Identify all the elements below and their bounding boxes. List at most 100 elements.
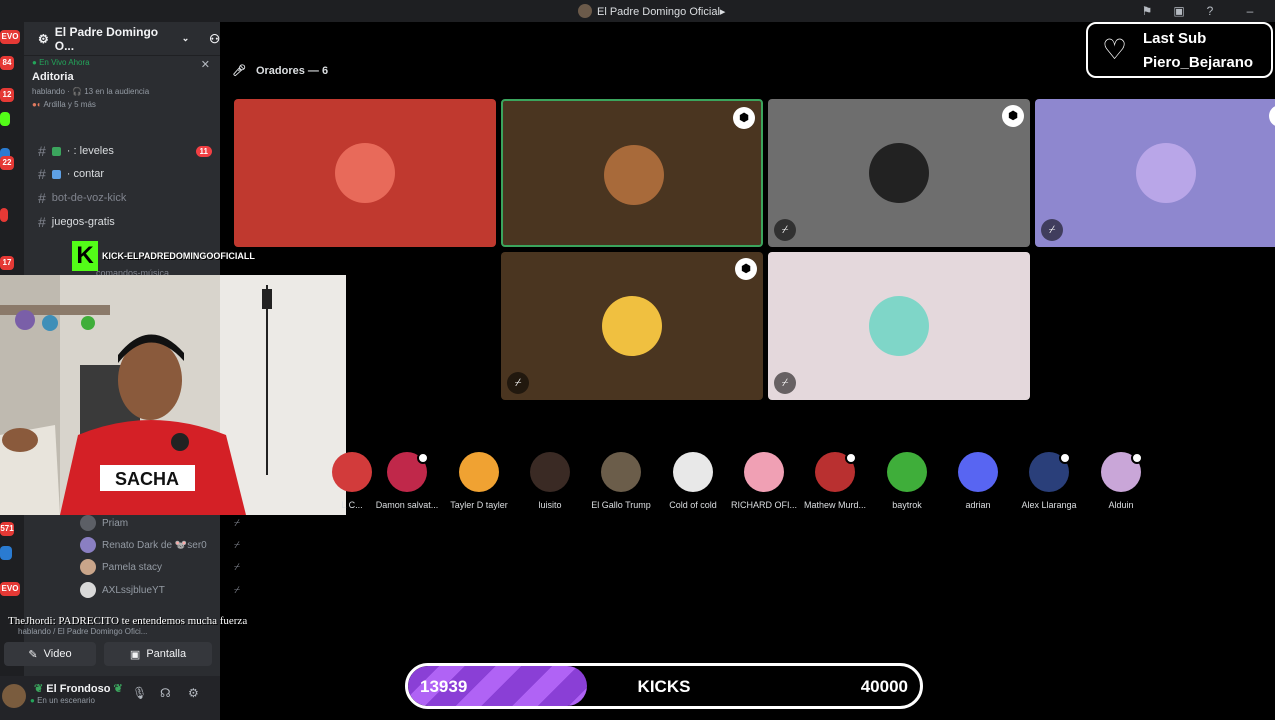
settings-icon[interactable]: ⚙ xyxy=(188,686,199,700)
speaker-tile[interactable]: ⬢ ⌿ xyxy=(768,99,1030,247)
audience-name: Mathew Murd... xyxy=(803,500,867,510)
audience-name: luisito xyxy=(538,500,562,510)
server-badge[interactable] xyxy=(0,208,8,222)
stage-user[interactable]: Renato Dark de 🐭ser0 ⌿ xyxy=(80,535,240,555)
leaf-icon: ❦ xyxy=(34,683,44,695)
moderator-icon: ⬢ xyxy=(1002,105,1024,127)
server-badge[interactable]: EVO xyxy=(0,30,20,44)
audience-member[interactable]: Cold of cold xyxy=(657,452,729,516)
mic-muted-icon: ⌿ xyxy=(234,561,240,573)
app-root: El Padre Domingo Oficial▸ ⚑ ▣ ? – EVO 84… xyxy=(0,0,1275,720)
speaker-tile-speaking[interactable]: ⬢ xyxy=(501,99,763,247)
channel-emoji-icon xyxy=(51,146,61,156)
audience-member[interactable]: luisito xyxy=(514,452,586,516)
video-button[interactable]: ✎ Video xyxy=(4,642,96,666)
stage-members: ●◐ Ardilla y 5 más xyxy=(32,100,212,109)
avatar xyxy=(332,452,372,492)
avatar xyxy=(869,296,929,356)
audience-member[interactable]: Alex Llaranga xyxy=(1013,452,1085,516)
microphone-icon[interactable]: 🎙 xyxy=(132,686,147,700)
stage-members-text: Ardilla y 5 más xyxy=(43,100,96,109)
user-name[interactable]: ❦ El Frondoso ❦ xyxy=(34,682,123,695)
server-badge[interactable]: 17 xyxy=(0,256,14,270)
audience-member[interactable]: adrian xyxy=(942,452,1014,516)
server-icon[interactable] xyxy=(0,546,12,560)
chat-subline: hablando / El Padre Domingo Ofici... xyxy=(18,627,148,636)
webcam-image: SACHA xyxy=(0,275,346,515)
inbox-icon[interactable]: ▣ xyxy=(1172,4,1186,18)
close-icon[interactable]: ✕ xyxy=(201,58,210,71)
audience-member[interactable]: El Gallo Trump xyxy=(585,452,657,516)
audience-name: RICHARD OFI... xyxy=(730,500,797,510)
live-label-text: En Vivo Ahora xyxy=(39,58,90,67)
server-icon[interactable] xyxy=(0,112,10,126)
audience-name: adrian xyxy=(965,500,991,510)
speaker-tile[interactable] xyxy=(234,99,496,247)
hash-icon: # xyxy=(38,214,46,230)
leaf-icon: ❦ xyxy=(113,683,123,695)
speakers-label: Oradores — 6 xyxy=(255,64,329,77)
channel-leveles[interactable]: # · : leveles 11 xyxy=(30,140,216,162)
stage-user[interactable]: AXLssjblueYT ⌿ xyxy=(80,580,240,600)
channel-bot-de-voz-kick[interactable]: # bot-de-voz-kick xyxy=(30,187,216,209)
headphones-icon[interactable]: ☊ xyxy=(160,686,171,700)
user-name-text: El Frondoso xyxy=(46,683,111,695)
help-icon[interactable]: ? xyxy=(1203,4,1217,18)
speaker-tile[interactable]: ⬢ ⌿ xyxy=(501,252,763,400)
user-avatar[interactable] xyxy=(2,684,26,708)
channel-label: bot-de-voz-kick xyxy=(51,192,127,204)
server-badge[interactable]: 84 xyxy=(0,56,14,70)
server-settings-icon: ⚙ xyxy=(38,31,49,46)
avatar xyxy=(335,143,395,203)
audience-name: Tayler D tayler xyxy=(450,500,508,510)
user-status-text: En un escenario xyxy=(37,696,95,705)
audience-member[interactable]: Tayler D tayler xyxy=(443,452,515,516)
server-badge[interactable]: 12 xyxy=(0,88,14,102)
avatar xyxy=(1136,143,1196,203)
minimize-icon[interactable]: – xyxy=(1243,4,1257,18)
audience-member[interactable]: Damon salvat... xyxy=(371,452,443,516)
stage-user[interactable]: Priam ⌿ xyxy=(80,513,240,533)
kick-username: KICK-ELPADREDOMINGOOFICIALL xyxy=(102,251,255,261)
audience-member[interactable]: RICHARD OFI... xyxy=(728,452,800,516)
stage-user-name: Renato Dark de 🐭ser0 xyxy=(102,539,207,551)
stage-user-name: AXLssjblueYT xyxy=(102,584,165,596)
user-panel: ❦ El Frondoso ❦ ● En un escenario 🎙 ☊ ⚙ xyxy=(0,676,220,720)
speaker-tile[interactable]: ⬢ ⌿ xyxy=(1035,99,1275,247)
live-stage-card[interactable]: ● En Vivo Ahora ✕ Aditoria hablando · 🎧 … xyxy=(32,58,212,130)
server-badge[interactable]: EVO xyxy=(0,582,20,596)
avatars-icon: ●◐ xyxy=(32,100,42,109)
channel-contar[interactable]: # · contar xyxy=(30,163,216,185)
mention-badge: 11 xyxy=(195,145,212,157)
mic-muted-icon: ⌿ xyxy=(774,219,796,241)
server-header[interactable]: ⚙ El Padre Domingo O... ⌄ ⚇ xyxy=(24,22,220,56)
audience-name: baytrok xyxy=(892,500,922,510)
server-badge[interactable]: 22 xyxy=(0,156,14,170)
server-name: El Padre Domingo O... xyxy=(54,24,159,53)
add-member-icon[interactable]: ⚇ xyxy=(209,32,220,46)
avatar xyxy=(459,452,499,492)
server-badge[interactable]: 571 xyxy=(0,522,14,536)
mic-muted-icon: ⌿ xyxy=(234,584,240,596)
stage-meta: hablando · 🎧 13 en la audiencia xyxy=(32,87,150,96)
pin-icon[interactable]: ⚑ xyxy=(1140,4,1154,18)
video-icon: ✎ xyxy=(28,648,38,661)
speakers-heading: 🎤︎ Oradores — 6 xyxy=(232,64,329,78)
audience-member[interactable]: baytrok xyxy=(871,452,943,516)
svg-text:SACHA: SACHA xyxy=(115,469,179,489)
channel-label: · : leveles xyxy=(66,145,114,157)
hash-icon: # xyxy=(38,143,46,159)
avatar xyxy=(887,452,927,492)
channel-juegos-gratis[interactable]: # juegos-gratis xyxy=(30,211,216,233)
audience-member[interactable]: Mathew Murd... xyxy=(799,452,871,516)
mic-muted-icon: ⌿ xyxy=(507,372,529,394)
audience-name: Damon salvat... xyxy=(375,500,439,510)
audience-member[interactable]: Alduin xyxy=(1085,452,1157,516)
channel-emoji-icon xyxy=(51,169,61,179)
hash-icon: # xyxy=(38,166,46,182)
avatar xyxy=(80,537,96,553)
live-label: ● En Vivo Ahora xyxy=(32,58,90,67)
screen-share-button[interactable]: ▣ Pantalla xyxy=(104,642,212,666)
speaker-tile[interactable]: ⌿ xyxy=(768,252,1030,400)
stage-user[interactable]: Pamela stacy ⌿ xyxy=(80,557,240,577)
